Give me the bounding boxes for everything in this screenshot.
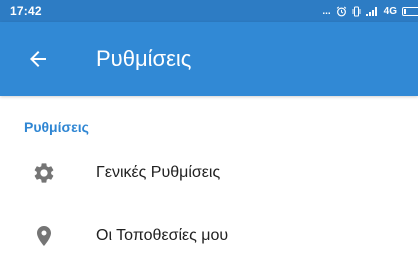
toolbar: Ρυθμίσεις [0,22,418,96]
settings-screen: 17:42 ... 4G Ρυθμίσεις Ρυθμίσεις Γενικές… [0,0,418,253]
status-bar: 17:42 ... 4G [0,0,418,22]
alarm-icon [336,6,347,17]
signal-icon [365,6,379,16]
vibrate-icon [352,6,361,17]
location-pin-icon [32,224,56,248]
general-settings-label: Γενικές Ρυθμίσεις [96,164,221,181]
general-settings-item[interactable]: Γενικές Ρυθμίσεις [0,149,418,197]
status-time: 17:42 [10,4,42,18]
notification-dots: ... [322,5,331,17]
gear-icon [32,161,56,185]
network-type: 4G [383,5,397,17]
battery-level [404,8,406,14]
my-locations-label: Οι Τοποθεσίες μου [96,227,229,244]
back-button[interactable] [26,47,50,71]
battery-icon [402,6,418,16]
section-header: Ρυθμίσεις [24,119,89,135]
my-locations-item[interactable]: Οι Τοποθεσίες μου [0,212,418,253]
page-title: Ρυθμίσεις [96,46,192,71]
arrow-left-icon [30,51,46,67]
status-icons: ... 4G [322,0,418,22]
